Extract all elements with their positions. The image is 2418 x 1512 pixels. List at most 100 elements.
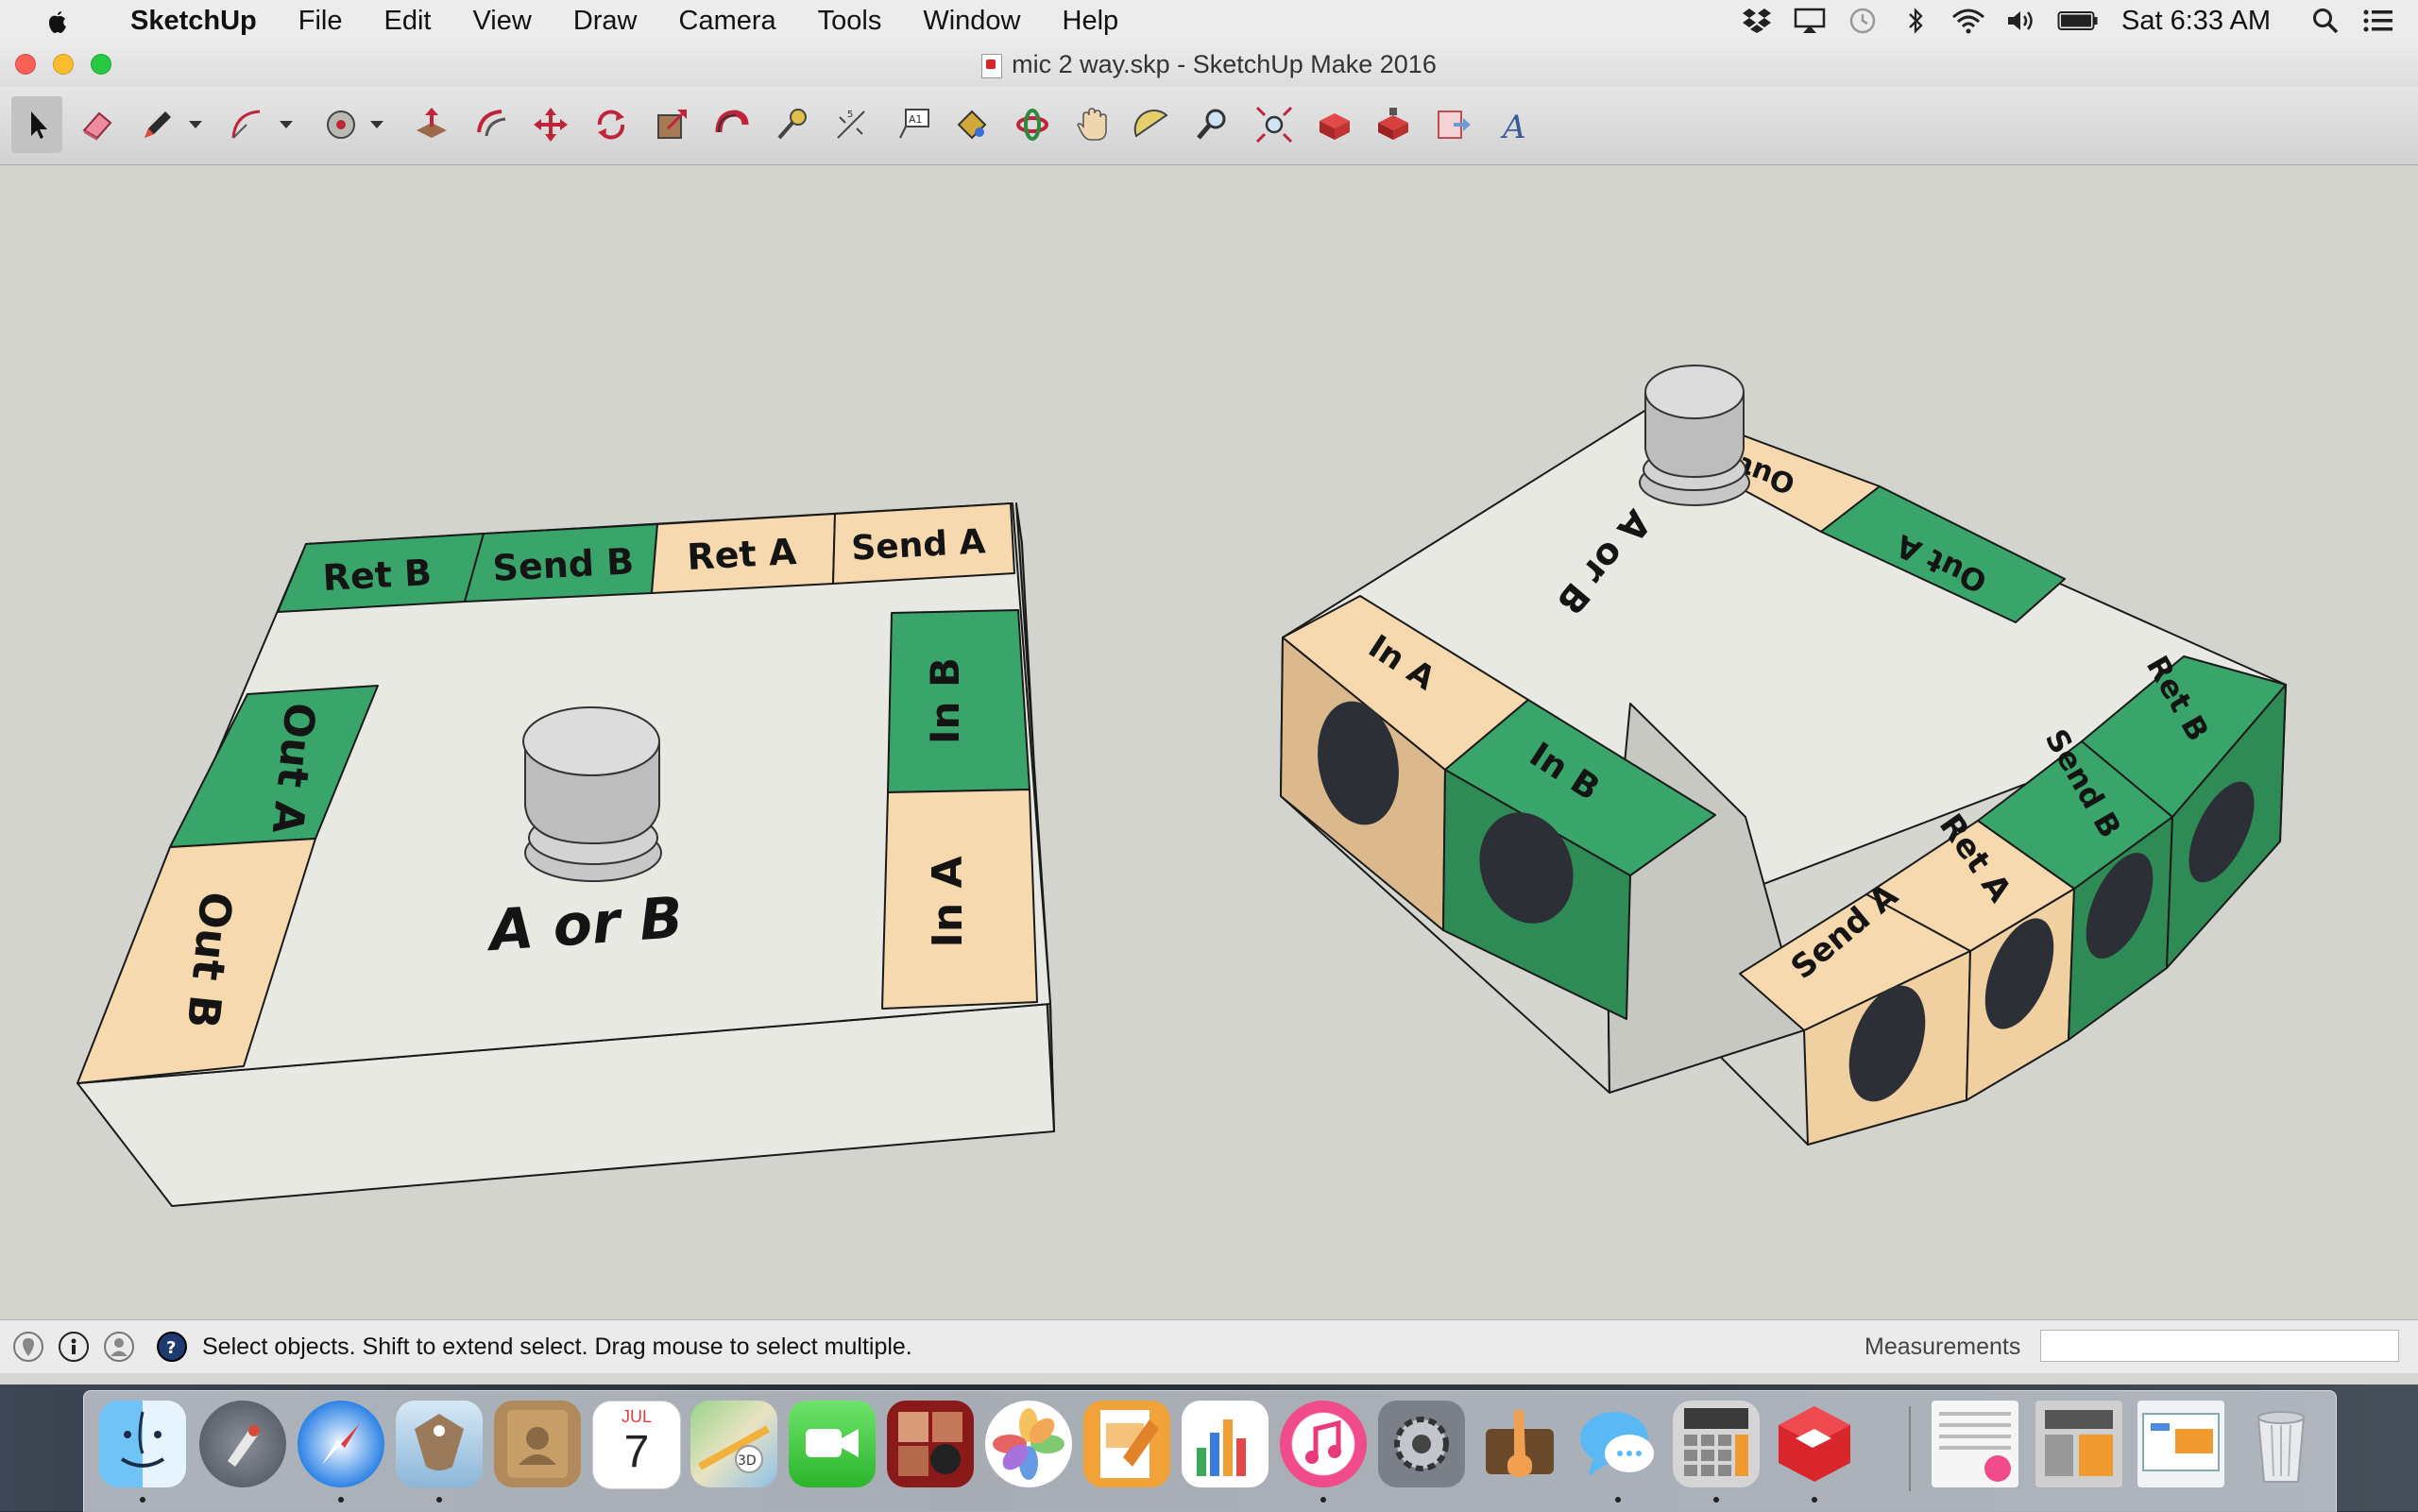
box-left-knob[interactable]: [522, 706, 662, 882]
zoom-tool[interactable]: [1188, 96, 1239, 153]
svg-text:5: 5: [847, 110, 853, 120]
photo-booth-icon[interactable]: [887, 1401, 974, 1487]
pan-tool[interactable]: [1067, 96, 1118, 153]
menu-edit[interactable]: Edit: [364, 0, 452, 42]
3d-warehouse-tool[interactable]: [1309, 96, 1360, 153]
model-canvas[interactable]: Ret B Send B Ret A Send A Out A Out B In…: [0, 165, 2418, 1319]
box-left-label-a-or-b: A or B: [484, 885, 685, 964]
calendar-month: JUL: [621, 1407, 652, 1426]
zoom-extents-tool[interactable]: [1249, 96, 1300, 153]
calculator-icon[interactable]: [1673, 1401, 1760, 1487]
rotate-tool[interactable]: [586, 96, 637, 153]
apple-menu-icon[interactable]: [36, 0, 77, 42]
itunes-icon[interactable]: [1280, 1401, 1367, 1487]
extension-warehouse-tool[interactable]: [1368, 96, 1419, 153]
recent-document-2-icon[interactable]: [2035, 1401, 2122, 1487]
airplay-icon[interactable]: [1791, 5, 1829, 37]
line-tool[interactable]: [132, 96, 183, 153]
arc-tool-dropdown-caret[interactable]: [280, 121, 293, 128]
protractor-tool[interactable]: [1126, 96, 1177, 153]
safari-icon[interactable]: [298, 1401, 384, 1487]
sketchup-running-indicator: [1812, 1497, 1817, 1503]
measurements-label: Measurements: [1865, 1334, 2021, 1360]
bluetooth-icon[interactable]: [1897, 5, 1934, 37]
menu-help[interactable]: Help: [1042, 0, 1140, 42]
offset-tool[interactable]: [467, 96, 518, 153]
finder-icon[interactable]: [99, 1401, 186, 1487]
recent-document-1-icon[interactable]: [1932, 1401, 2018, 1487]
status-bar: ? Select objects. Shift to extend select…: [0, 1319, 2418, 1373]
battery-icon[interactable]: [2055, 5, 2101, 37]
trash-icon[interactable]: [2238, 1401, 2324, 1487]
paint-bucket-tool[interactable]: [946, 96, 997, 153]
calendar-icon[interactable]: JUL 7: [592, 1401, 681, 1489]
menu-window[interactable]: Window: [902, 0, 1041, 42]
safari-running-indicator: [338, 1497, 344, 1503]
photos-icon[interactable]: [985, 1401, 1072, 1487]
wifi-icon[interactable]: [1950, 5, 1987, 37]
shapes-tool-dropdown-caret[interactable]: [370, 121, 383, 128]
send-to-layout-tool[interactable]: [1428, 96, 1479, 153]
menu-view[interactable]: View: [451, 0, 552, 42]
box-left-label-in-a: In A: [924, 856, 972, 947]
finder-running-indicator: [140, 1497, 145, 1503]
maps-icon[interactable]: 3D: [690, 1401, 777, 1487]
3d-text-tool[interactable]: A: [1489, 96, 1540, 153]
numbers-icon[interactable]: [1182, 1401, 1269, 1487]
menu-draw[interactable]: Draw: [553, 0, 658, 42]
credits-info-icon[interactable]: [59, 1332, 89, 1362]
orbit-tool[interactable]: [1007, 96, 1058, 153]
box-left-label-ret-a: Ret A: [686, 531, 798, 578]
sketchup-icon[interactable]: [1771, 1401, 1858, 1487]
dimension-tool[interactable]: 5: [826, 96, 877, 153]
dropbox-icon[interactable]: [1738, 5, 1776, 37]
notification-center-icon[interactable]: [2359, 5, 2397, 37]
calendar-day: 7: [623, 1427, 650, 1477]
svg-text:3D: 3D: [738, 1453, 757, 1469]
facetime-icon[interactable]: [789, 1401, 876, 1487]
menu-camera[interactable]: Camera: [658, 0, 797, 42]
volume-icon[interactable]: [2002, 5, 2040, 37]
time-machine-icon[interactable]: [1844, 5, 1882, 37]
spotlight-search-icon[interactable]: [2307, 5, 2344, 37]
menu-bar: SketchUp File Edit View Draw Camera Tool…: [0, 0, 2418, 42]
main-toolbar: 5 A1 A: [0, 87, 2418, 165]
menu-tools[interactable]: Tools: [797, 0, 903, 42]
garageband-icon[interactable]: [1476, 1401, 1563, 1487]
app-menu[interactable]: SketchUp: [110, 0, 278, 42]
box-right-knob[interactable]: [1639, 365, 1750, 506]
messages-running-indicator: [1615, 1497, 1621, 1503]
box-left-label-send-b: Send B: [491, 540, 635, 589]
move-tool[interactable]: [525, 96, 576, 153]
system-preferences-icon[interactable]: [1378, 1401, 1465, 1487]
window-title: mic 2 way.skp - SketchUp Make 2016: [1012, 50, 1437, 78]
box-left-label-send-a: Send A: [850, 522, 986, 568]
follow-me-tool[interactable]: [707, 96, 758, 153]
messages-icon[interactable]: [1575, 1401, 1661, 1487]
tape-measure-tool[interactable]: [767, 96, 818, 153]
itunes-running-indicator: [1320, 1497, 1326, 1503]
push-pull-tool[interactable]: [406, 96, 457, 153]
pages-icon[interactable]: [1083, 1401, 1170, 1487]
user-account-icon[interactable]: [104, 1332, 134, 1362]
svg-text:A: A: [1500, 109, 1526, 145]
line-tool-dropdown-caret[interactable]: [189, 121, 202, 128]
menubar-clock[interactable]: Sat 6:33 AM: [2121, 6, 2271, 37]
select-tool[interactable]: [11, 96, 62, 153]
recent-document-3-icon[interactable]: [2137, 1401, 2224, 1487]
menu-file[interactable]: File: [278, 0, 364, 42]
eraser-tool[interactable]: [72, 96, 123, 153]
arc-tool[interactable]: [221, 96, 272, 153]
shapes-tool[interactable]: [315, 96, 366, 153]
text-tool[interactable]: A1: [888, 96, 939, 153]
launchpad-icon[interactable]: [199, 1401, 286, 1487]
measurements-input[interactable]: [2040, 1330, 2399, 1362]
contacts-icon[interactable]: [494, 1401, 581, 1487]
model-viewport[interactable]: Ret B Send B Ret A Send A Out A Out B In…: [0, 165, 2418, 1319]
scale-tool[interactable]: [646, 96, 697, 153]
mail-icon[interactable]: [396, 1401, 483, 1487]
box-right[interactable]: [1280, 402, 2287, 1146]
geo-location-icon[interactable]: [13, 1332, 43, 1362]
instructor-help-icon[interactable]: ?: [157, 1332, 187, 1362]
box-left-label-ret-b: Ret B: [322, 552, 434, 599]
